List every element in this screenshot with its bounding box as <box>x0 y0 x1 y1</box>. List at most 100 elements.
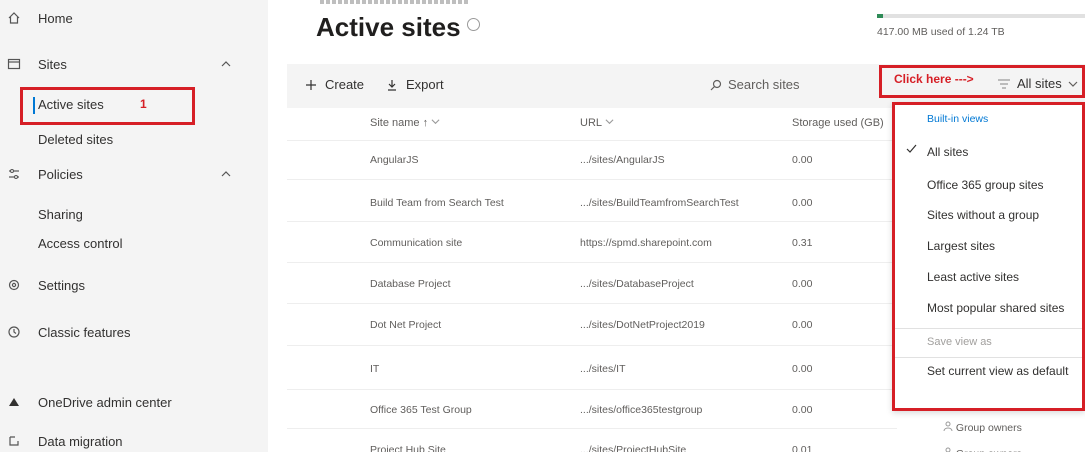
storage-cell: 0.00 <box>792 319 813 331</box>
checkmark-icon <box>906 143 917 157</box>
nav-onedrive-label: OneDrive admin center <box>38 394 172 410</box>
column-site-name[interactable]: Site name ↑ <box>370 117 440 129</box>
nav-sharing[interactable]: Sharing <box>38 207 83 222</box>
site-name-cell[interactable]: AngularJS <box>370 154 418 166</box>
page-title: Active sites <box>316 12 480 43</box>
save-view-as: Save view as <box>927 336 992 348</box>
column-url-label: URL <box>580 117 602 129</box>
view-most-popular-shared[interactable]: Most popular shared sites <box>927 301 1064 315</box>
search-input[interactable]: Search sites <box>710 77 800 92</box>
onedrive-icon <box>6 394 22 410</box>
filter-list-icon <box>998 78 1010 89</box>
row-divider <box>287 345 897 346</box>
row-divider <box>287 140 897 141</box>
nav-sites-label: Sites <box>38 56 67 72</box>
home-icon <box>6 10 22 26</box>
admin-center: Home Sites Active sites 1 Deleted sites … <box>0 0 1085 452</box>
view-sites-without-group[interactable]: Sites without a group <box>927 208 1039 222</box>
row-divider <box>287 303 897 304</box>
menu-divider <box>895 328 1082 329</box>
storage-cell: 0.00 <box>792 404 813 416</box>
storage-bar <box>877 14 1085 18</box>
plus-icon <box>306 79 316 90</box>
annotation-number: 1 <box>140 97 147 111</box>
url-cell: .../sites/office365testgroup <box>580 404 703 416</box>
storage-cell: 0.00 <box>792 363 813 375</box>
policies-icon <box>6 166 22 182</box>
nav-migration-label: Data migration <box>38 433 123 449</box>
site-name-cell[interactable]: Dot Net Project <box>370 319 441 331</box>
page-title-text: Active sites <box>316 12 461 42</box>
chevron-up-icon[interactable] <box>219 167 233 181</box>
nav-access-control[interactable]: Access control <box>38 236 123 251</box>
row-divider <box>287 262 897 263</box>
sites-icon <box>6 56 22 72</box>
nav-deleted-sites[interactable]: Deleted sites <box>38 132 113 147</box>
group-owners-cell[interactable]: Group owners <box>943 447 1022 452</box>
gear-icon <box>6 277 22 293</box>
site-name-cell[interactable]: Build Team from Search Test <box>370 197 504 209</box>
chevron-down-icon <box>1068 81 1078 87</box>
storage-cell: 0.00 <box>792 197 813 209</box>
chevron-up-icon[interactable] <box>219 57 233 71</box>
view-selector[interactable]: All sites <box>997 76 1078 91</box>
storage-cell: 0.00 <box>792 154 813 166</box>
create-button[interactable]: Create <box>305 77 364 92</box>
row-divider <box>287 221 897 222</box>
storage-text: 417.00 MB used of 1.24 TB <box>877 26 1005 38</box>
chevron-down-icon <box>431 119 440 125</box>
site-name-cell[interactable]: Office 365 Test Group <box>370 404 472 416</box>
row-divider <box>287 179 897 180</box>
site-name-cell[interactable]: IT <box>370 363 379 375</box>
export-button[interactable]: Export <box>386 77 444 92</box>
url-cell: https://spmd.sharepoint.com <box>580 237 712 249</box>
chevron-down-icon <box>605 119 614 125</box>
site-name-cell[interactable]: Database Project <box>370 278 451 290</box>
nav-home[interactable]: Home <box>0 6 268 30</box>
nav-policies[interactable]: Policies <box>0 162 268 186</box>
cropped-breadcrumb <box>320 0 470 4</box>
row-divider <box>287 389 897 390</box>
view-office365-group-sites[interactable]: Office 365 group sites <box>927 178 1044 192</box>
storage-cell: 0.01 <box>792 444 813 452</box>
url-cell: .../sites/BuildTeamfromSearchTest <box>580 197 739 209</box>
click-here-annotation: Click here ---> <box>894 72 974 86</box>
column-url[interactable]: URL <box>580 117 614 129</box>
download-icon <box>388 79 396 91</box>
url-cell: .../sites/AngularJS <box>580 154 665 166</box>
view-selector-label: All sites <box>1017 76 1062 91</box>
export-label: Export <box>406 77 444 92</box>
nav-policies-label: Policies <box>38 166 83 182</box>
storage-bar-fill <box>877 14 884 18</box>
nav-active-sites[interactable]: Active sites <box>38 97 104 112</box>
row-divider <box>287 428 897 429</box>
view-all-sites[interactable]: All sites <box>927 145 968 159</box>
url-cell: .../sites/IT <box>580 363 626 375</box>
menu-divider <box>895 357 1082 358</box>
view-largest-sites[interactable]: Largest sites <box>927 239 995 253</box>
nav-onedrive[interactable]: OneDrive admin center <box>0 390 268 414</box>
storage-cell: 0.00 <box>792 278 813 290</box>
search-placeholder: Search sites <box>728 77 800 92</box>
nav-sites[interactable]: Sites <box>0 52 268 76</box>
migration-icon <box>6 433 22 449</box>
site-name-cell[interactable]: Communication site <box>370 237 462 249</box>
person-icon <box>945 447 951 452</box>
group-owners-cell[interactable]: Group owners <box>943 421 1022 434</box>
column-storage[interactable]: Storage used (GB) <box>792 117 884 129</box>
info-icon[interactable] <box>466 18 480 31</box>
active-indicator <box>33 97 35 114</box>
nav-classic-features[interactable]: Classic features <box>0 320 268 344</box>
nav-classic-label: Classic features <box>38 324 131 340</box>
set-default-view[interactable]: Set current view as default <box>927 364 1068 378</box>
nav-data-migration[interactable]: Data migration <box>0 429 268 452</box>
url-cell: .../sites/DatabaseProject <box>580 278 694 290</box>
left-nav: Home Sites Active sites 1 Deleted sites … <box>0 0 268 452</box>
group-owners-label: Group owners <box>956 448 1022 452</box>
site-name-cell[interactable]: Project Hub Site <box>370 444 446 452</box>
view-menu-header: Built-in views <box>927 113 989 125</box>
nav-settings[interactable]: Settings <box>0 273 268 297</box>
view-least-active-sites[interactable]: Least active sites <box>927 270 1019 284</box>
clock-icon <box>6 324 22 340</box>
search-icon <box>710 79 722 90</box>
